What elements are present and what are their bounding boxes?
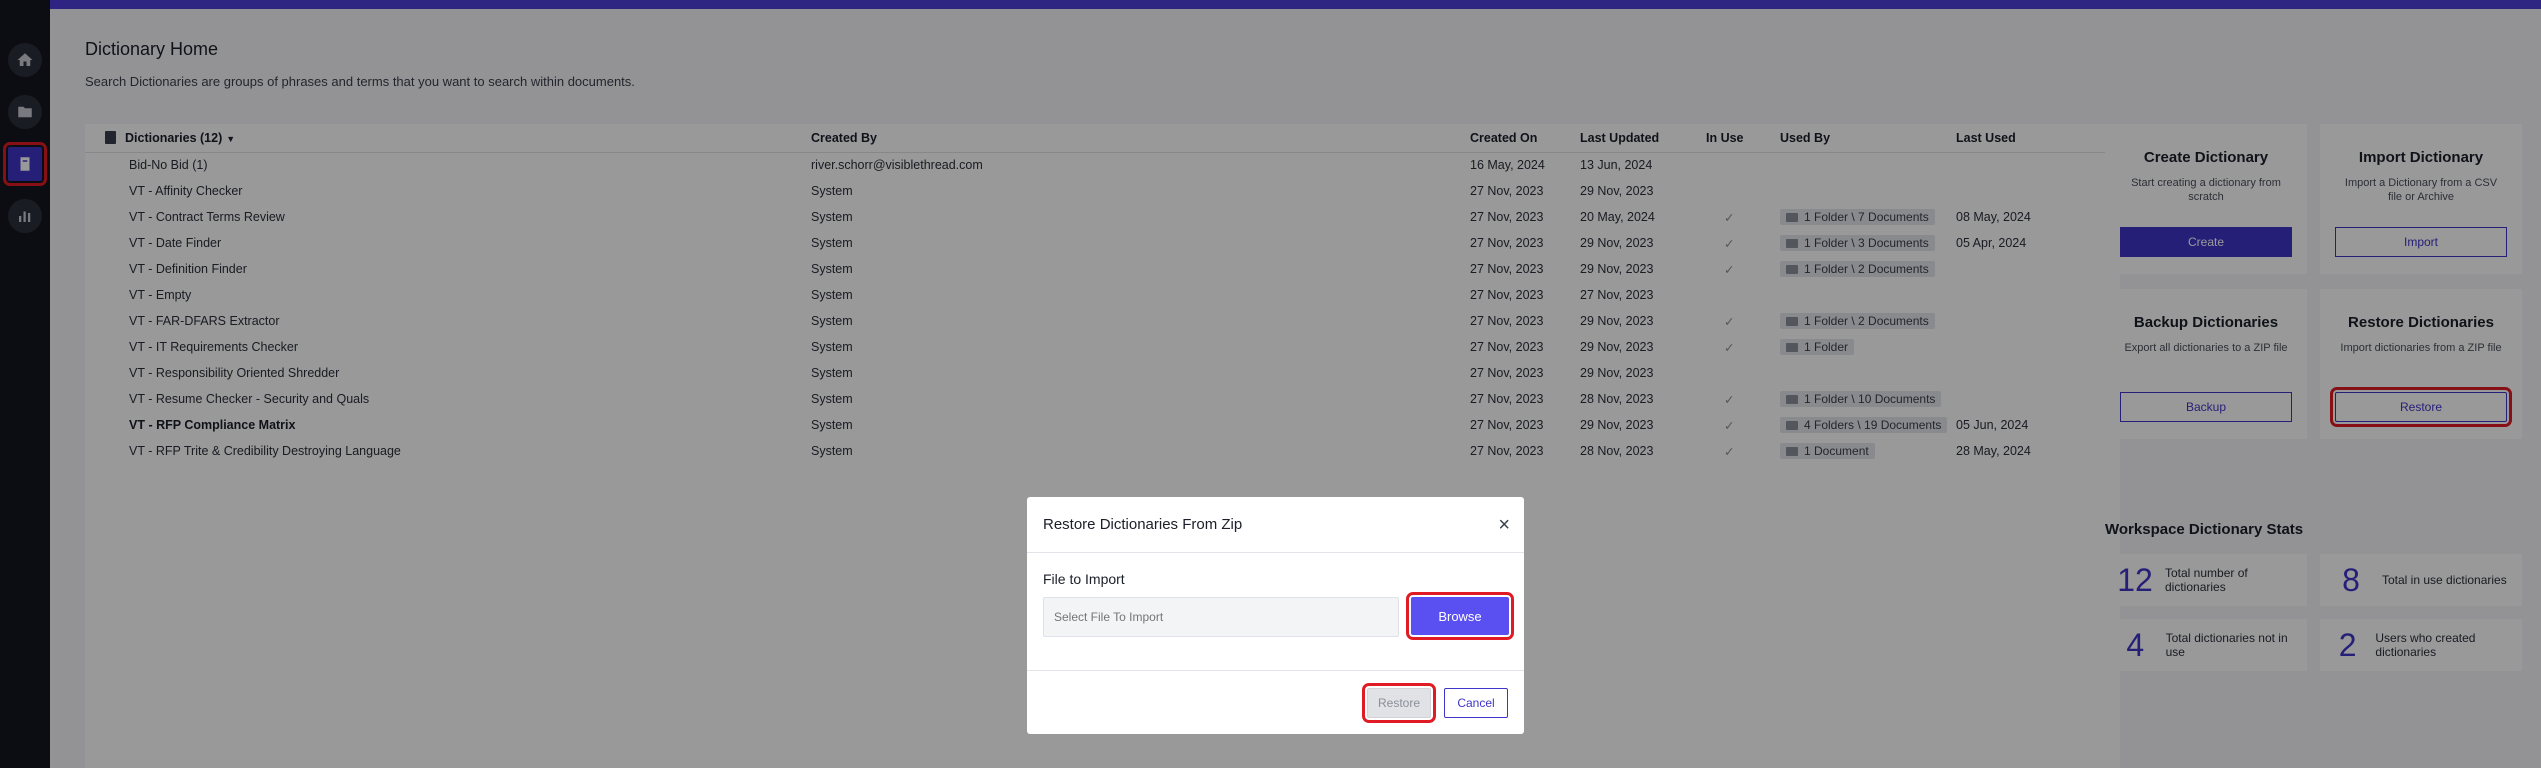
dialog-title: Restore Dictionaries From Zip	[1043, 516, 1243, 533]
browse-button[interactable]: Browse	[1406, 592, 1514, 640]
divider	[1027, 670, 1524, 671]
close-icon[interactable]: ×	[1498, 515, 1510, 535]
file-to-import-label: File to Import	[1043, 571, 1125, 587]
restore-dialog: Restore Dictionaries From Zip × File to …	[1027, 497, 1524, 734]
dialog-cancel-button[interactable]: Cancel	[1444, 688, 1508, 718]
dialog-restore-button[interactable]: Restore	[1362, 683, 1436, 723]
file-path-input[interactable]	[1043, 597, 1399, 637]
dialog-header: Restore Dictionaries From Zip	[1027, 497, 1524, 553]
